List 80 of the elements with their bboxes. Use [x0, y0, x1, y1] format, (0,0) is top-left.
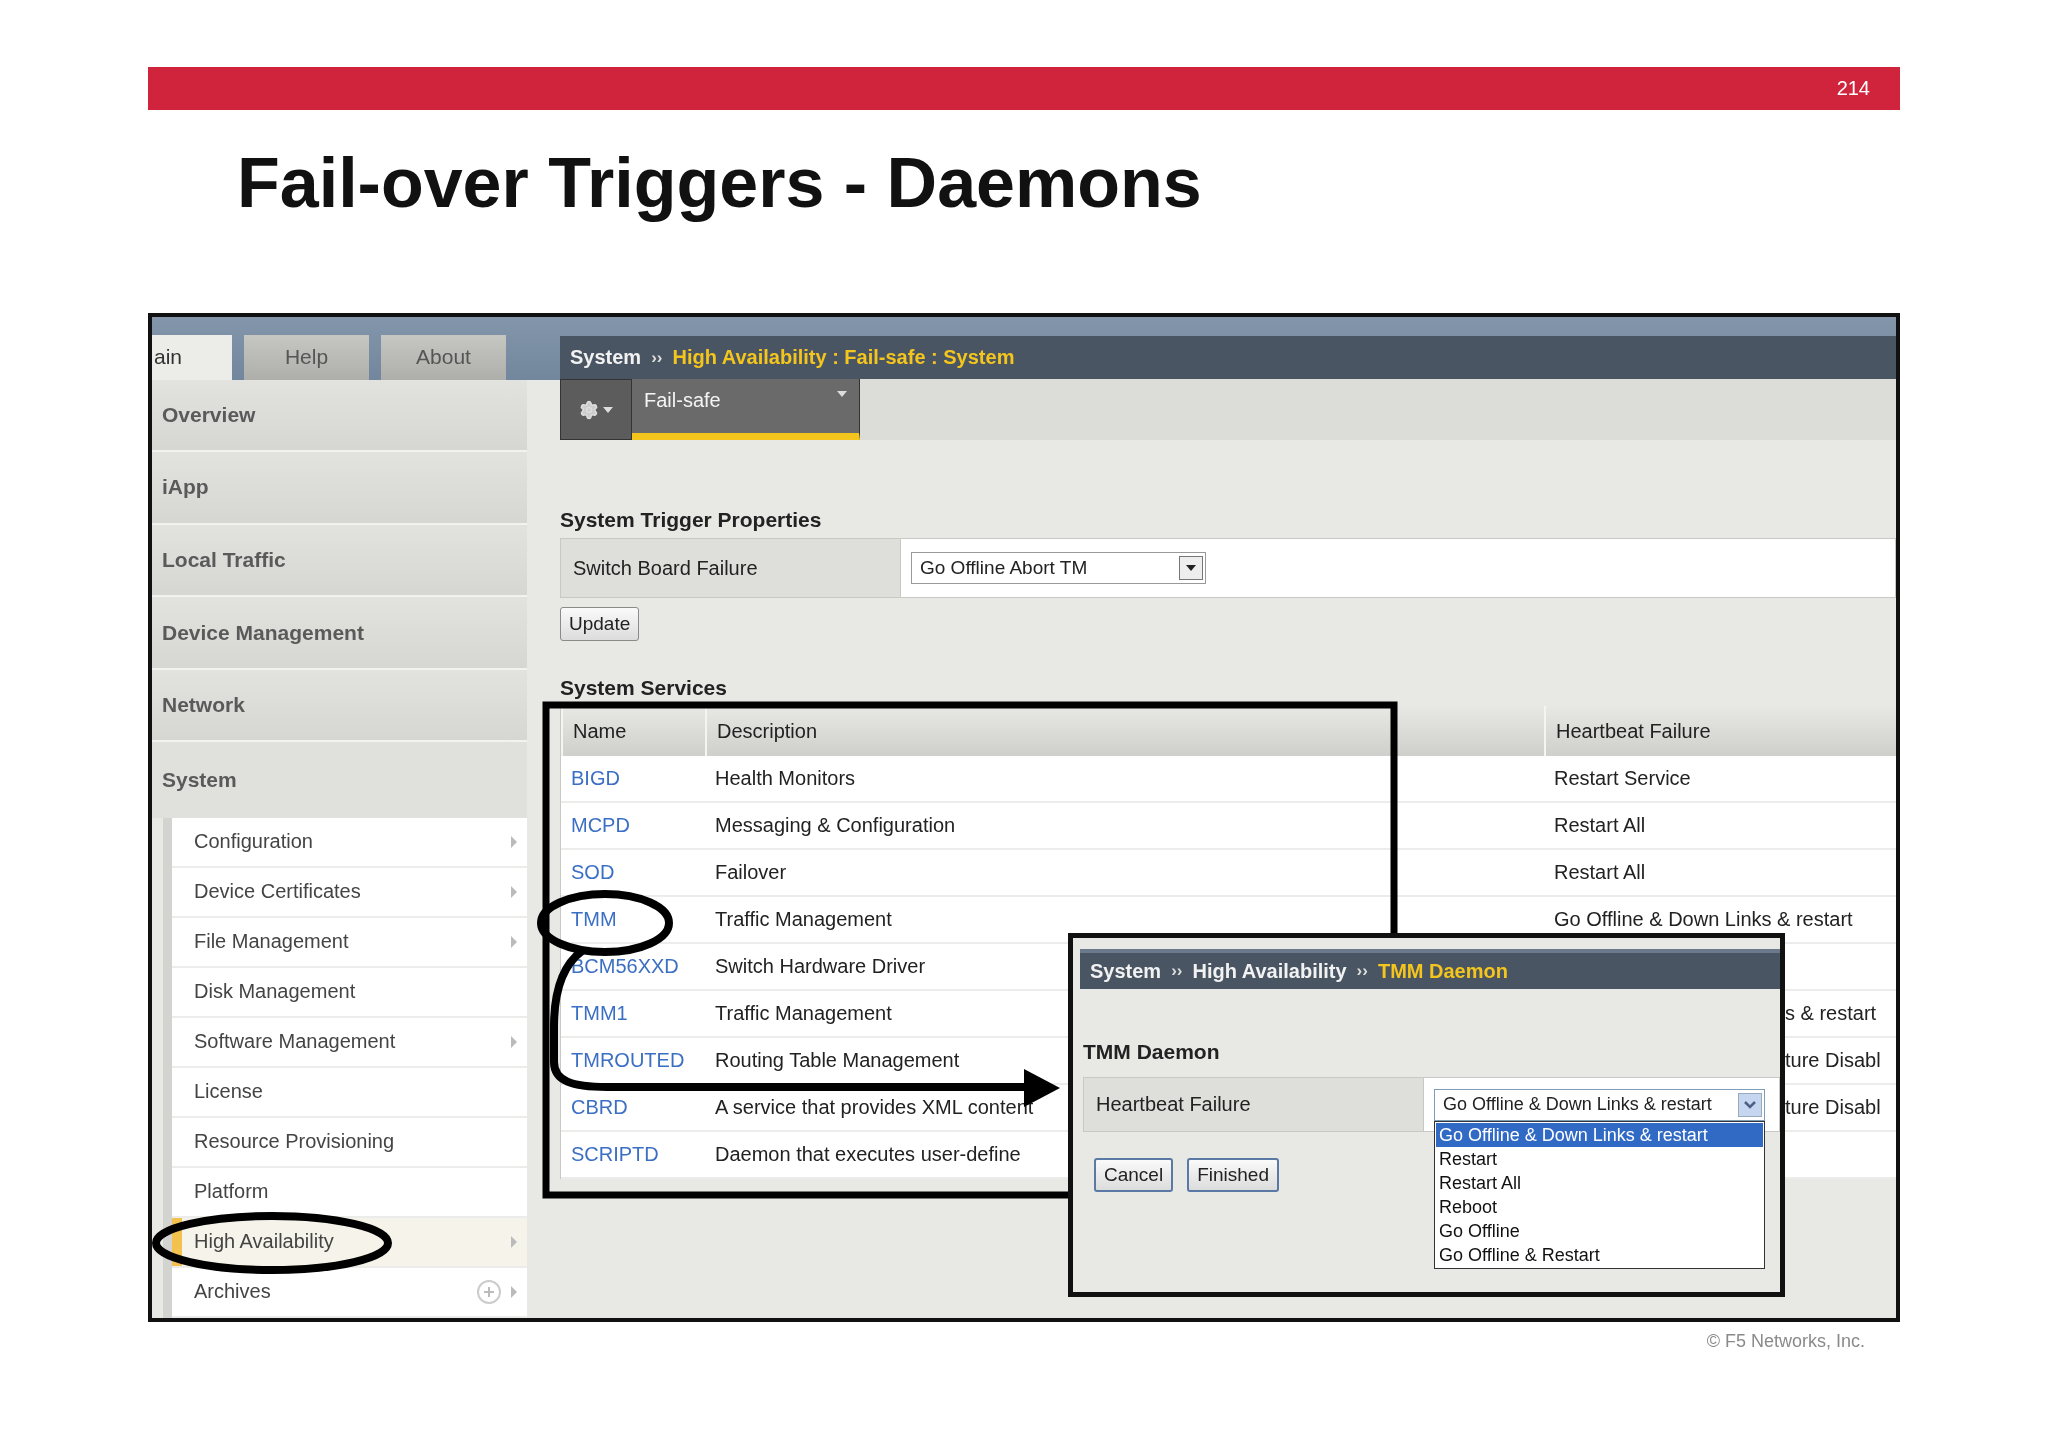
breadcrumb-separator: ››: [651, 347, 663, 368]
breadcrumb-item: High Availability : Fail-safe : System: [672, 346, 1015, 369]
breadcrumb-item[interactable]: High Availability: [1192, 959, 1347, 983]
page-number: 214: [1836, 77, 1870, 100]
sidebar-section[interactable]: iApp: [152, 452, 527, 525]
service-link[interactable]: SCRIPTD: [571, 1143, 659, 1166]
service-link[interactable]: BIGD: [571, 767, 620, 790]
submenu-label: Device Certificates: [194, 880, 362, 904]
submenu-label: License: [194, 1080, 264, 1104]
dropdown-field[interactable]: Go Offline Abort TM: [911, 552, 1206, 584]
sidebar-section[interactable]: Device Management: [152, 597, 527, 670]
table-cell: s & restart: [1785, 1002, 1877, 1025]
submenu-item[interactable]: Archives: [172, 1267, 527, 1318]
sidebar-section[interactable]: Local Traffic: [152, 524, 527, 598]
service-link[interactable]: MCPD: [571, 814, 630, 837]
table-cell: Traffic Management: [715, 1002, 892, 1025]
nav-tab[interactable]: About: [381, 334, 506, 380]
table-cell: Restart All: [1554, 861, 1646, 884]
service-link[interactable]: TMM: [571, 908, 617, 931]
submenu-label: File Management: [194, 930, 350, 954]
table-cell: Traffic Management: [715, 908, 892, 931]
dropdown-option[interactable]: Go Offline & Down Links & restart: [1436, 1123, 1763, 1147]
table-cell: Daemon that executes user-define: [715, 1143, 1021, 1166]
section-heading: System Trigger Properties: [560, 507, 823, 533]
cancel-button[interactable]: Cancel: [1094, 1158, 1174, 1192]
dialog-heading: TMM Daemon: [1083, 1039, 1221, 1065]
submenu-label: Resource Provisioning: [194, 1130, 396, 1154]
table-cell: Messaging & Configuration: [715, 814, 956, 837]
table-cell: Go Offline & Down Links & restart: [1554, 908, 1853, 931]
submenu-item[interactable]: Configuration: [172, 817, 527, 868]
breadcrumb-item[interactable]: System: [1090, 959, 1162, 983]
table-cell: ture Disabl: [1785, 1049, 1881, 1072]
service-link[interactable]: BCM56XXD: [571, 955, 679, 978]
service-link[interactable]: TMROUTED: [571, 1049, 685, 1072]
sidebar-section[interactable]: System: [152, 742, 527, 818]
slide-title: Fail-over Triggers - Daemons: [237, 143, 1203, 224]
submenu-label: Archives: [194, 1280, 272, 1304]
update-button[interactable]: Update: [560, 607, 640, 641]
submenu-label: Software Management: [194, 1030, 397, 1054]
submenu-item[interactable]: File Management: [172, 917, 527, 968]
table-cell: Routing Table Management: [715, 1049, 960, 1072]
sidebar-section[interactable]: Overview: [152, 379, 527, 453]
submenu-item[interactable]: Software Management: [172, 1017, 527, 1068]
breadcrumb-item: TMM Daemon: [1377, 959, 1508, 983]
property-label: Switch Board Failure: [561, 539, 901, 597]
table-cell: ture Disabl: [1785, 1096, 1881, 1119]
breadcrumb-separator: ››: [1171, 961, 1183, 981]
nav-tab[interactable]: Help: [244, 334, 369, 380]
submenu-item[interactable]: Device Certificates: [172, 867, 527, 918]
caret-icon: [603, 406, 613, 413]
submenu-label: Configuration: [194, 830, 314, 854]
service-link[interactable]: TMM1: [571, 1002, 628, 1025]
submenu-label: Disk Management: [194, 980, 357, 1004]
submenu-item[interactable]: Disk Management: [172, 967, 527, 1018]
table-cell: Restart All: [1554, 814, 1646, 837]
submenu-label: High Availability: [194, 1230, 335, 1254]
service-link[interactable]: SOD: [571, 861, 615, 884]
table-cell: Switch Hardware Driver: [715, 955, 926, 978]
submenu-item[interactable]: Resource Provisioning: [172, 1117, 527, 1168]
submenu-item[interactable]: License: [172, 1067, 527, 1118]
settings-menu-button[interactable]: [560, 379, 632, 440]
submenu-item[interactable]: Platform: [172, 1167, 527, 1218]
sidebar-section[interactable]: Network: [152, 669, 527, 743]
table-cell: Restart Service: [1554, 767, 1691, 790]
table-cell: Failover: [715, 861, 787, 884]
section-heading: System Services: [560, 675, 728, 701]
table-cell: Health Monitors: [715, 767, 856, 790]
property-label: Heartbeat Failure: [1084, 1078, 1424, 1131]
service-link[interactable]: CBRD: [571, 1096, 628, 1119]
breadcrumb-separator: ››: [1356, 961, 1368, 981]
table-cell: A service that provides XML content: [715, 1096, 1034, 1119]
breadcrumb-item[interactable]: System: [570, 346, 642, 369]
settings-icon: [579, 399, 599, 420]
dropdown-field[interactable]: Go Offline & Down Links & restart: [1434, 1088, 1765, 1121]
copyright-note: © F5 Networks, Inc.: [1705, 1331, 1866, 1352]
menu-tab[interactable]: Fail-safe: [632, 379, 860, 440]
chevron-down-icon: [1738, 1092, 1762, 1117]
submenu-label: Platform: [194, 1180, 270, 1204]
nav-tab[interactable]: ain: [152, 334, 232, 380]
finish-button[interactable]: Finished: [1187, 1158, 1279, 1192]
